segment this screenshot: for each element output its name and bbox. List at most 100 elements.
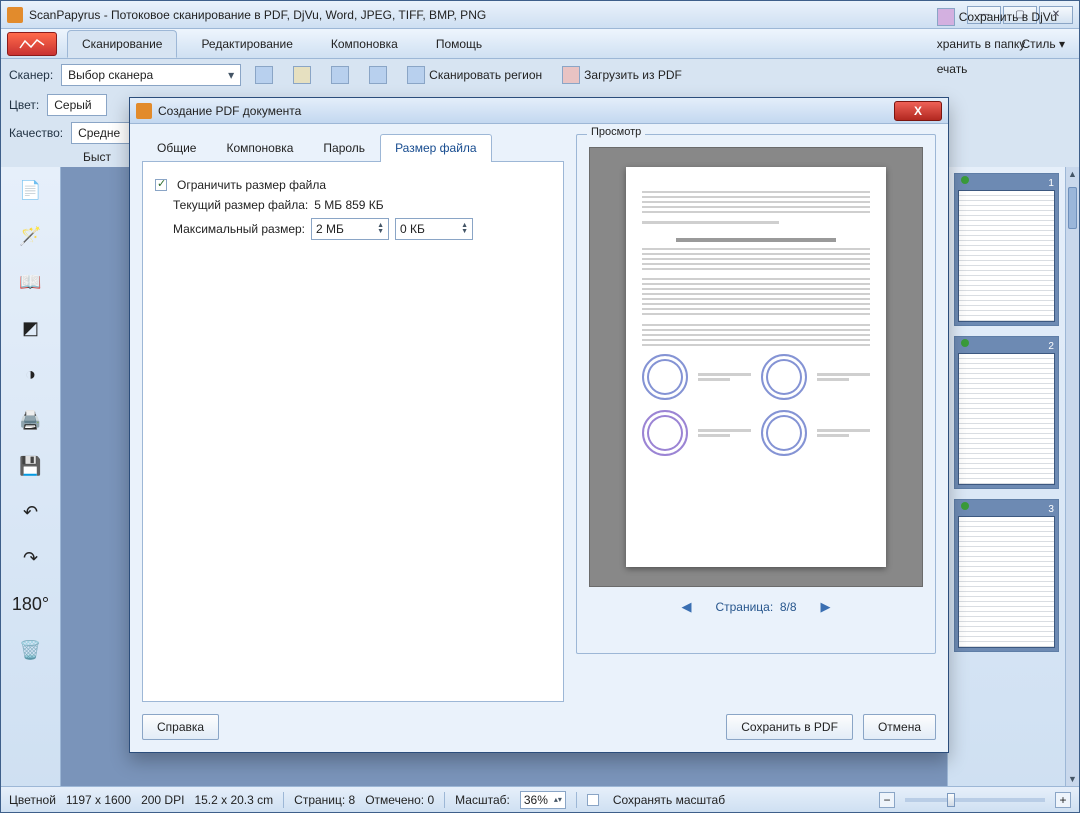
scanner-select[interactable]: Выбор сканера (61, 64, 241, 86)
status-pages: Страниц: 8 (294, 793, 355, 807)
color-value: Серый (54, 98, 91, 112)
stamp-icon (642, 410, 688, 456)
tab-password[interactable]: Пароль (308, 134, 380, 161)
ribbon-tab-help[interactable]: Помощь (422, 31, 496, 57)
ribbon-tab-layout[interactable]: Компоновка (317, 31, 412, 57)
tool-document[interactable]: 📄 (13, 175, 49, 205)
thumb-2[interactable]: 2 (954, 336, 1059, 489)
pager-next-button[interactable]: ▶ (821, 599, 831, 615)
stamp-icon (761, 410, 807, 456)
main-window: ScanPapyrus - Потоковое сканирование в P… (0, 0, 1080, 813)
tool-scanner[interactable]: 🖨️ (13, 405, 49, 435)
thumb-scrollbar[interactable]: ▲ ▼ (1065, 167, 1079, 786)
left-toolbar: 📄 🪄 📖 ◩ ◑ 🖨️ 💾 ↶ ↷ 180° 🗑️ (1, 167, 61, 786)
ribbon-row-1: Сканер: Выбор сканера Сканировать регион… (1, 59, 1079, 91)
slider-knob[interactable] (947, 793, 955, 807)
spinner-arrows-icon: ▲▼ (461, 223, 468, 235)
tool-delete[interactable]: 🗑️ (13, 635, 49, 665)
quality-select[interactable]: Средне (71, 122, 131, 144)
btn-save-djvu[interactable]: Сохранить в DjVu (931, 3, 1063, 31)
thumb-page (959, 354, 1054, 484)
dialog-title: Создание PDF документа (158, 104, 301, 118)
tool-icon (293, 66, 311, 84)
limit-size-checkbox[interactable]: ✓ (155, 179, 167, 191)
tool-rotate-left[interactable]: ↶ (13, 497, 49, 527)
tool-icon (255, 66, 273, 84)
btn-save-folder-label: хранить в папку (937, 37, 1026, 51)
dialog-tabstrip: Общие Компоновка Пароль Размер файла (142, 134, 564, 162)
status-dpi: 200 DPI (141, 793, 184, 807)
keep-zoom-checkbox[interactable] (587, 794, 599, 806)
btn-small-4[interactable] (363, 64, 393, 86)
keep-zoom-label: Сохранять масштаб (613, 793, 725, 807)
status-dot-icon (961, 176, 969, 184)
dialog-close-button[interactable]: X (894, 101, 942, 121)
thumb-page (959, 517, 1054, 647)
btn-print-label: ечать (937, 62, 968, 76)
cancel-button-label: Отмена (878, 720, 921, 734)
separator (576, 792, 577, 808)
zoom-out-button[interactable]: − (879, 792, 895, 808)
btn-save-folder-partial[interactable]: хранить в папку (931, 31, 1063, 57)
btn-small-3[interactable] (325, 64, 355, 86)
ribbon-tab-scan[interactable]: Сканирование (67, 30, 177, 58)
tab-general[interactable]: Общие (142, 134, 211, 161)
stamp-icon (642, 354, 688, 400)
preview-document-page (626, 167, 886, 567)
cancel-button[interactable]: Отмена (863, 714, 936, 740)
thumb-index: 1 (959, 178, 1054, 191)
max-size-mb-input[interactable]: 2 МБ ▲▼ (311, 218, 389, 240)
status-dot-icon (961, 502, 969, 510)
max-size-kb-input[interactable]: 0 КБ ▲▼ (395, 218, 473, 240)
tab-filesize[interactable]: Размер файла (380, 134, 492, 162)
preview-group: Просмотр (576, 134, 936, 654)
color-select[interactable]: Серый (47, 94, 107, 116)
dialog-right-column: Просмотр (576, 134, 936, 702)
tab-layout[interactable]: Компоновка (211, 134, 308, 161)
max-size-kb-value: 0 КБ (400, 222, 425, 236)
pager-value: 8/8 (780, 600, 797, 614)
thumb-index: 2 (959, 341, 1054, 354)
save-pdf-button[interactable]: Сохранить в PDF (726, 714, 853, 740)
tool-wand[interactable]: 🪄 (13, 221, 49, 251)
btn-small-2[interactable] (287, 64, 317, 86)
thumb-page (959, 191, 1054, 321)
tool-save[interactable]: 💾 (13, 451, 49, 481)
pager-label: Страница: (715, 600, 773, 614)
color-label: Цвет: (9, 98, 39, 112)
btn-print-partial[interactable]: ечать (931, 57, 1063, 81)
help-button[interactable]: Справка (142, 714, 219, 740)
dialog-icon (136, 103, 152, 119)
save-pdf-button-label: Сохранить в PDF (741, 720, 838, 734)
scroll-down-icon[interactable]: ▼ (1066, 772, 1079, 786)
thumb-3[interactable]: 3 (954, 499, 1059, 652)
btn-scan-region[interactable]: Сканировать регион (401, 64, 548, 86)
separator (444, 792, 445, 808)
max-size-mb-value: 2 МБ (316, 222, 344, 236)
scanner-label: Сканер: (9, 68, 53, 82)
btn-small-1[interactable] (249, 64, 279, 86)
app-menu-button[interactable] (7, 32, 57, 56)
scroll-up-icon[interactable]: ▲ (1066, 167, 1079, 181)
timer-icon (369, 66, 387, 84)
zoom-in-button[interactable]: + (1055, 792, 1071, 808)
tool-rotate-180[interactable]: 180° (13, 589, 49, 619)
thumb-1[interactable]: 1 (954, 173, 1059, 326)
tool-rotate-right[interactable]: ↷ (13, 543, 49, 573)
pager-prev-button[interactable]: ◀ (681, 599, 691, 615)
region-icon (407, 66, 425, 84)
ribbon-tab-edit[interactable]: Редактирование (187, 31, 306, 57)
tool-crop[interactable]: ◩ (13, 313, 49, 343)
zoom-slider[interactable] (905, 798, 1045, 802)
preview-pager: ◀ Страница: 8/8 ▶ (589, 599, 923, 615)
help-button-label: Справка (157, 720, 204, 734)
scroll-thumb[interactable] (1068, 187, 1077, 229)
tool-contrast[interactable]: ◑ (13, 359, 49, 389)
tool-book[interactable]: 📖 (13, 267, 49, 297)
thumbnail-strip: 1 2 3 (947, 167, 1065, 786)
btn-load-pdf[interactable]: Загрузить из PDF (556, 64, 688, 86)
fast-mode-label: Быст (83, 150, 111, 164)
zoom-value-input[interactable]: 36% ▴▾ (520, 791, 566, 809)
dialog-body: Общие Компоновка Пароль Размер файла ✓ О… (130, 124, 948, 706)
status-zoom-label: Масштаб: (455, 793, 510, 807)
